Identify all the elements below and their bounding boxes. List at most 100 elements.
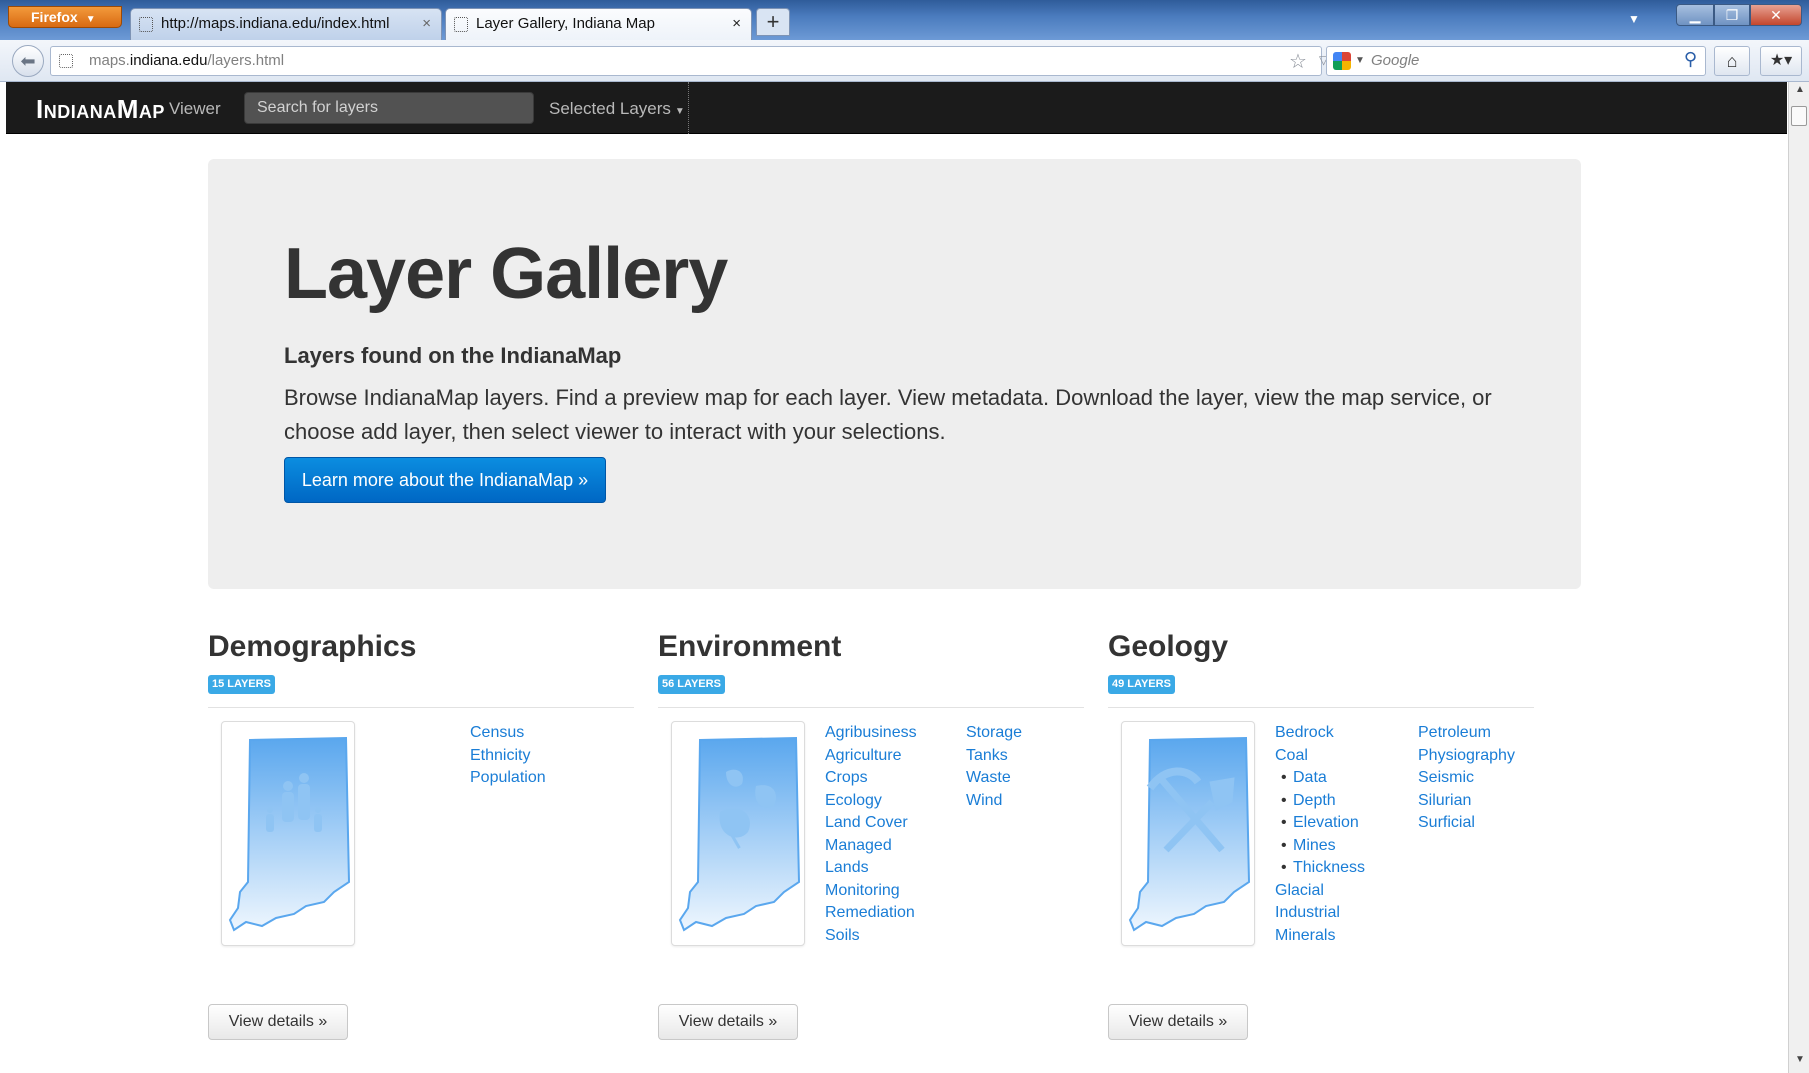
layer-link[interactable]: Census [470, 722, 546, 745]
layer-search-input[interactable] [244, 92, 534, 124]
layer-link[interactable]: Lands [825, 857, 917, 880]
layer-link[interactable]: Coal [1275, 745, 1365, 768]
url-text[interactable]: maps.indiana.edu/layers.html [89, 52, 284, 69]
site-navbar: IndianaMap Viewer Selected Layers▼ [6, 82, 1787, 134]
category-title: Environment [658, 630, 842, 663]
layer-link-list: Bedrock Coal Data Depth Elevation Mines … [1275, 722, 1365, 947]
tab-title: Layer Gallery, Indiana Map [476, 15, 655, 32]
browser-navbar: ⬅ maps.indiana.edu/layers.html ☆ ▽ ↻ ▼ G… [0, 40, 1809, 82]
layer-link[interactable]: Petroleum [1418, 722, 1515, 745]
view-details-button[interactable]: View details » [1108, 1004, 1248, 1040]
layer-link[interactable]: Minerals [1275, 925, 1365, 948]
layer-link[interactable]: Ecology [825, 790, 917, 813]
layer-count-badge: 15 LAYERS [208, 675, 275, 694]
restore-icon[interactable]: ❐ [1714, 4, 1750, 26]
selected-layers-label: Selected Layers [549, 99, 671, 118]
category-geology: Geology 49 LAYERS Bedrock Coal Data Dept… [1108, 630, 1534, 1060]
layer-sublink[interactable]: Thickness [1275, 857, 1365, 880]
layer-link[interactable]: Tanks [966, 745, 1022, 768]
layer-count-badge: 56 LAYERS [658, 675, 725, 694]
url-bar[interactable]: maps.indiana.edu/layers.html ☆ ▽ ↻ [50, 46, 1356, 76]
layer-link[interactable]: Glacial [1275, 880, 1365, 903]
layer-link[interactable]: Land Cover [825, 812, 917, 835]
layer-link[interactable]: Industrial [1275, 902, 1365, 925]
layer-link[interactable]: Soils [825, 925, 917, 948]
hero-subtitle: Layers found on the IndianaMap [284, 343, 622, 368]
layer-sublink[interactable]: Elevation [1275, 812, 1365, 835]
layer-link[interactable]: Wind [966, 790, 1022, 813]
category-demographics: Demographics 15 LAYERS Census Ethnicity … [208, 630, 634, 1060]
family-icon[interactable] [221, 721, 355, 946]
divider [208, 707, 634, 708]
layer-link[interactable]: Silurian [1418, 790, 1515, 813]
search-bar[interactable]: ▼ Google ⚲ [1326, 46, 1706, 76]
layer-link[interactable]: Crops [825, 767, 917, 790]
page-title: Layer Gallery [284, 234, 728, 314]
chevron-down-icon: ▼ [85, 14, 96, 25]
navbar-divider [688, 82, 689, 134]
selected-layers-dropdown[interactable]: Selected Layers ▼ [549, 99, 685, 119]
page-icon [139, 17, 153, 32]
layer-sublink[interactable]: Depth [1275, 790, 1365, 813]
firefox-menu-button[interactable]: Firefox ▼ [8, 6, 122, 28]
firefox-menu-label: Firefox [31, 9, 78, 25]
scroll-down-icon[interactable]: ▼ [1795, 1054, 1805, 1065]
layer-sublink[interactable]: Mines [1275, 835, 1365, 858]
chevron-down-icon[interactable]: ▼ [1355, 55, 1365, 66]
tab-title: http://maps.indiana.edu/index.html [161, 15, 390, 32]
layer-link[interactable]: Surficial [1418, 812, 1515, 835]
scroll-thumb[interactable] [1791, 106, 1807, 126]
leaf-icon[interactable] [671, 721, 805, 946]
layer-link[interactable]: Ethnicity [470, 745, 546, 768]
tab-layer-gallery[interactable]: Layer Gallery, Indiana Map × [445, 8, 752, 40]
layer-sublink[interactable]: Data [1275, 767, 1365, 790]
back-arrow-icon[interactable]: ⬅ [12, 45, 44, 77]
minimize-icon[interactable]: ▁ [1676, 4, 1714, 26]
layer-link[interactable]: Population [470, 767, 546, 790]
category-title: Demographics [208, 630, 417, 663]
layer-link[interactable]: Managed [825, 835, 917, 858]
close-icon[interactable]: × [732, 9, 741, 39]
layer-link[interactable]: Remediation [825, 902, 917, 925]
layer-link[interactable]: Waste [966, 767, 1022, 790]
close-icon[interactable]: × [422, 9, 431, 39]
google-icon[interactable] [1333, 52, 1351, 70]
layer-link[interactable]: Storage [966, 722, 1022, 745]
brand-logo[interactable]: IndianaMap [36, 94, 165, 125]
pick-shovel-icon[interactable] [1121, 721, 1255, 946]
bookmarks-menu-icon[interactable]: ★▾ [1760, 46, 1802, 76]
layer-link[interactable]: Bedrock [1275, 722, 1365, 745]
view-details-button[interactable]: View details » [208, 1004, 348, 1040]
learn-more-button[interactable]: Learn more about the IndianaMap » [284, 457, 606, 503]
divider [1108, 707, 1534, 708]
tab-list-icon[interactable]: ▼ [1628, 12, 1640, 26]
search-icon[interactable]: ⚲ [1684, 49, 1697, 70]
layer-link[interactable]: Agribusiness [825, 722, 917, 745]
layer-link[interactable]: Agriculture [825, 745, 917, 768]
home-icon[interactable]: ⌂ [1714, 46, 1750, 76]
layer-link[interactable]: Monitoring [825, 880, 917, 903]
tab-index[interactable]: http://maps.indiana.edu/index.html × [130, 8, 442, 40]
layer-link-list: Storage Tanks Waste Wind [966, 722, 1022, 812]
site-identity-icon[interactable] [59, 54, 73, 68]
search-placeholder[interactable]: Google [1371, 52, 1419, 69]
page-scrollbar[interactable]: ▲ ▼ [1788, 82, 1809, 1073]
page-icon [454, 17, 468, 32]
bookmark-star-icon[interactable]: ☆ [1289, 49, 1307, 74]
layer-link-list: Census Ethnicity Population [470, 722, 546, 790]
scroll-up-icon[interactable]: ▲ [1795, 84, 1805, 95]
layer-link[interactable]: Physiography [1418, 745, 1515, 768]
hero-description: Browse IndianaMap layers. Find a preview… [284, 385, 1492, 444]
chevron-down-icon: ▼ [674, 106, 685, 117]
category-environment: Environment 56 LAYERS Agribusiness Agric… [658, 630, 1084, 1060]
indiana-map-thumbnail [1128, 736, 1250, 932]
category-title: Geology [1108, 630, 1229, 663]
browser-titlebar: Firefox ▼ http://maps.indiana.edu/index.h… [0, 0, 1809, 40]
layer-count-badge: 49 LAYERS [1108, 675, 1175, 694]
indiana-map-thumbnail [228, 736, 350, 932]
viewer-link[interactable]: Viewer [169, 99, 221, 119]
new-tab-button[interactable]: + [756, 8, 790, 36]
close-window-icon[interactable]: ✕ [1750, 4, 1802, 26]
view-details-button[interactable]: View details » [658, 1004, 798, 1040]
layer-link[interactable]: Seismic [1418, 767, 1515, 790]
